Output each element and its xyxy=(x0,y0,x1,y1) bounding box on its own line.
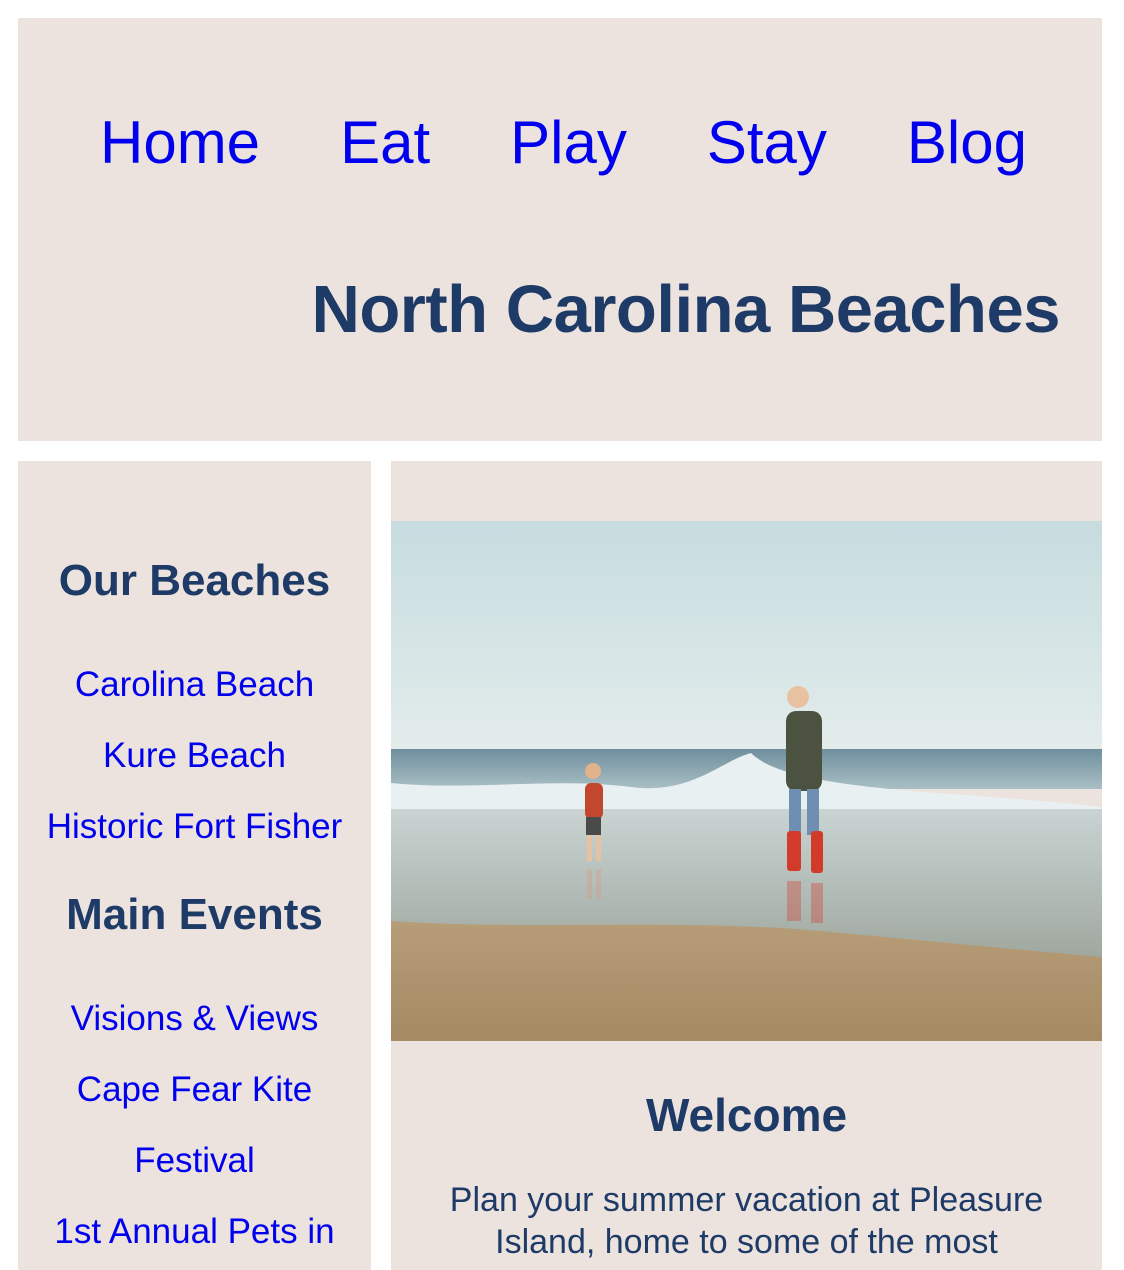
beach-link-kure-beach[interactable]: Kure Beach xyxy=(18,734,371,778)
beach-photo xyxy=(391,521,1102,1041)
event-link-pets-in[interactable]: 1st Annual Pets in xyxy=(18,1210,371,1254)
welcome-heading: Welcome xyxy=(645,1089,848,1141)
main-content: Welcome Plan your summer vacation at Ple… xyxy=(391,461,1102,1270)
nav-play-link[interactable]: Play xyxy=(510,108,627,178)
site-title: North Carolina Beaches xyxy=(311,272,1060,347)
nav-eat-link[interactable]: Eat xyxy=(340,108,430,178)
our-beaches-heading: Our Beaches xyxy=(58,556,331,605)
sidebar: Our Beaches Carolina Beach Kure Beach Hi… xyxy=(18,461,371,1270)
site-header: Home Eat Play Stay Blog North Carolina B… xyxy=(18,18,1102,441)
welcome-paragraph: Plan your summer vacation at Pleasure Is… xyxy=(449,1181,1044,1261)
nav-stay-link[interactable]: Stay xyxy=(707,108,827,178)
nav-blog-link[interactable]: Blog xyxy=(907,108,1027,178)
page: Home Eat Play Stay Blog North Carolina B… xyxy=(0,0,1124,1270)
nav-home-link[interactable]: Home xyxy=(100,108,260,178)
main-nav: Home Eat Play Stay Blog xyxy=(100,108,1027,178)
event-link-kite-festival[interactable]: Cape Fear Kite xyxy=(18,1068,371,1112)
main-events-heading: Main Events xyxy=(66,890,323,939)
beach-link-carolina-beach[interactable]: Carolina Beach xyxy=(18,663,371,707)
event-link-kite-festival-cont[interactable]: Festival xyxy=(18,1139,371,1183)
event-link-visions-views[interactable]: Visions & Views xyxy=(18,997,371,1041)
beach-link-fort-fisher[interactable]: Historic Fort Fisher xyxy=(18,805,371,849)
